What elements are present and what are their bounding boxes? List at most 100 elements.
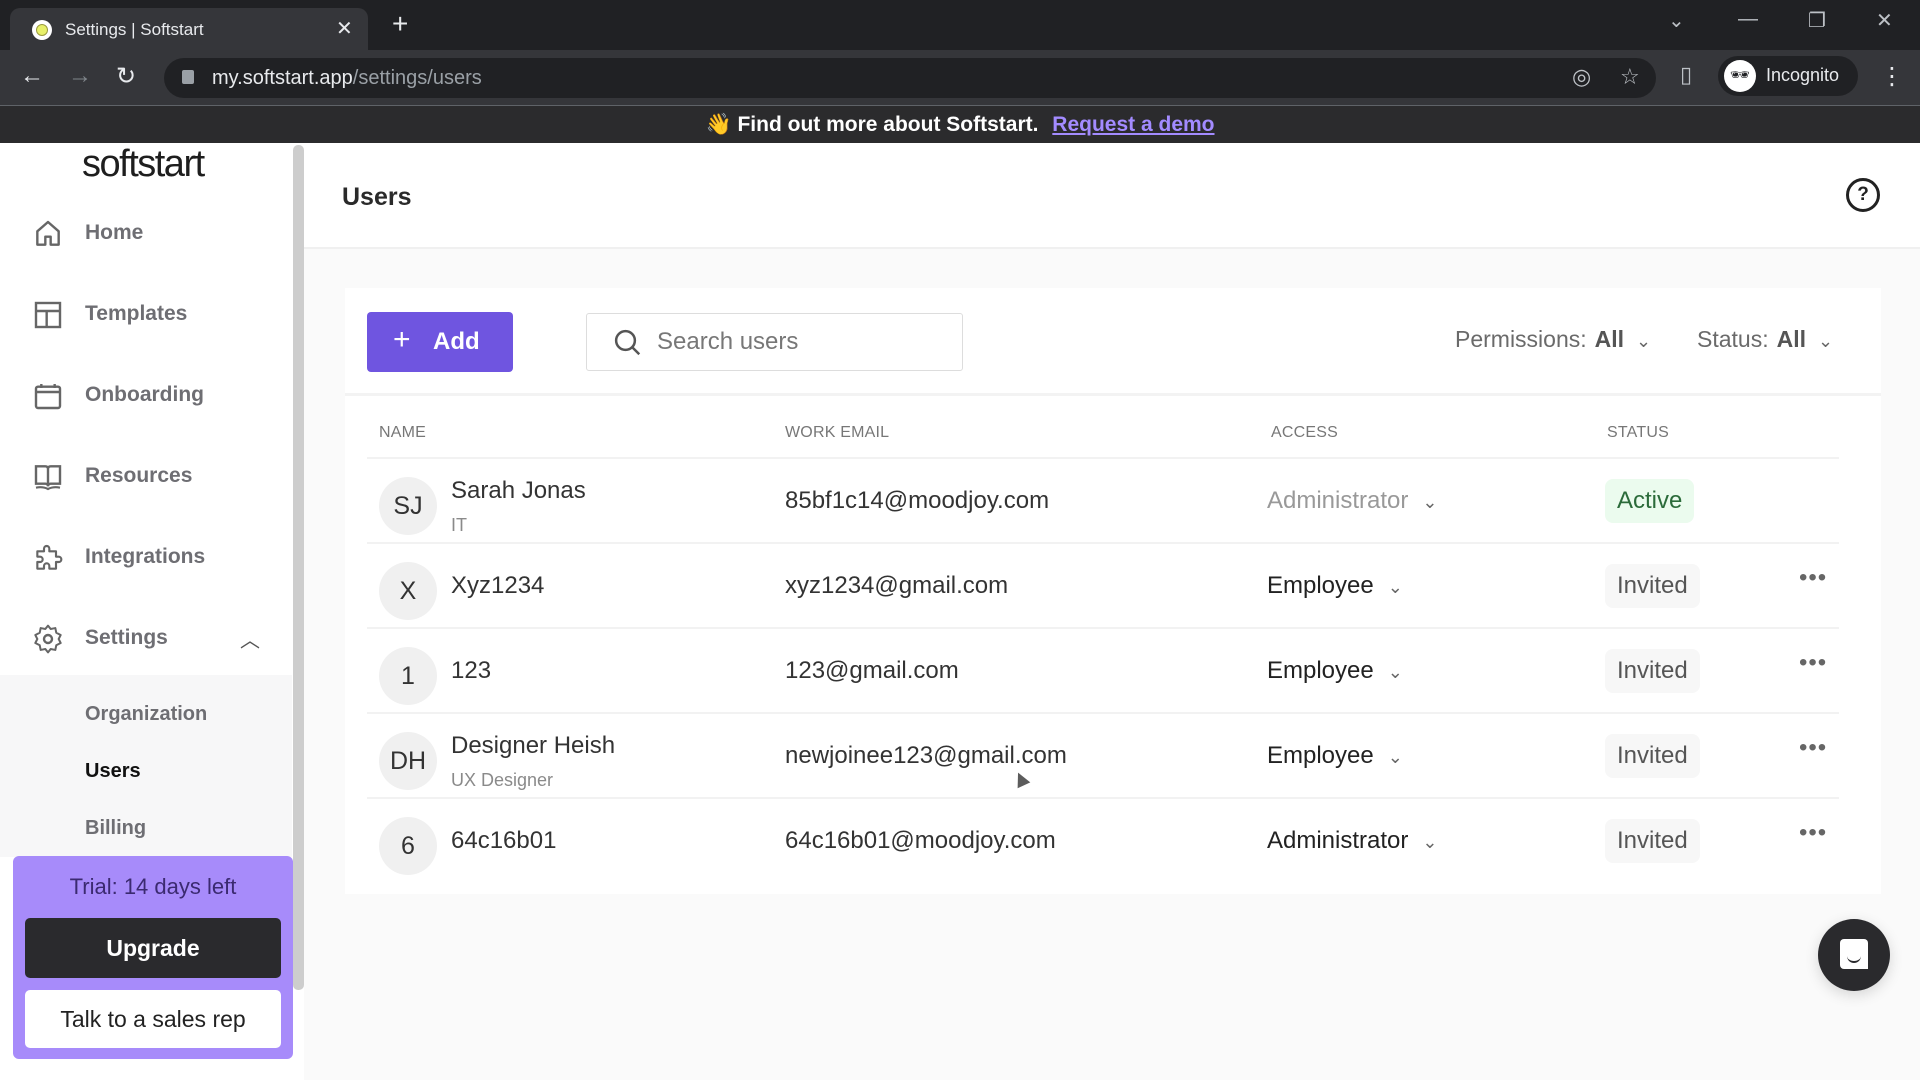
back-icon[interactable]: ← [20, 62, 44, 90]
question-circle-icon[interactable]: ? [1846, 178, 1880, 212]
access-value: Employee [1267, 742, 1374, 769]
status-badge: Invited [1605, 649, 1700, 693]
chevron-down-icon: ⌄ [1636, 331, 1652, 351]
avatar: X [379, 562, 437, 620]
request-demo-link[interactable]: Request a demo [1052, 113, 1214, 136]
sidebar-item-resources[interactable]: Resources [0, 446, 292, 506]
users-card: + Add user Permissions:All⌄ Status:All⌄ … [345, 288, 1881, 894]
new-tab-icon[interactable]: + [392, 8, 408, 40]
user-name: 123 [451, 657, 492, 684]
avatar: SJ [379, 477, 437, 535]
upgrade-button[interactable]: Upgrade [25, 918, 281, 978]
more-options-icon[interactable]: ••• [1799, 564, 1827, 592]
column-header-email: WORK EMAIL [785, 424, 890, 441]
chevron-up-icon[interactable]: ︿ [240, 624, 260, 653]
table-row[interactable]: SJ Sarah Jonas IT 85bf1c14@moodjoy.com Admin… [367, 457, 1839, 542]
permissions-filter[interactable]: Permissions: All ⌄ [1455, 326, 1651, 353]
tab-search-icon[interactable]: ⌄ [1668, 8, 1685, 33]
avatar: DH [379, 732, 437, 790]
status-filter-value: All [1776, 326, 1806, 352]
user-email: newjoinee123@gmail.com [785, 742, 1067, 769]
tab-title: Settings | Softstart [65, 20, 204, 39]
settings-subnav: Organization Users Billing [0, 675, 292, 857]
access-value: Employee [1267, 572, 1374, 599]
table-row[interactable]: 1 123 123@gmail.com Employee ⌄ Invited ••• [367, 627, 1839, 712]
more-options-icon[interactable]: ••• [1799, 819, 1827, 847]
browser-toolbar: ← → ↻ my.softstart.app/settings/users ◎ … [0, 50, 1920, 106]
sidepanel-icon[interactable]: ▯ [1680, 62, 1692, 88]
table-row[interactable]: 6 64c16b01 64c16b01@moodjoy.com Administrat… [367, 797, 1839, 882]
user-name: Xyz1234 [451, 572, 545, 599]
search-input[interactable] [657, 324, 947, 360]
user-email: 123@gmail.com [785, 657, 959, 684]
browser-tab-bar: Settings | Softstart ✕ + ⌄ — ❐ ✕ [0, 0, 1920, 50]
chat-icon [1840, 939, 1868, 969]
access-dropdown[interactable]: Employee ⌄ [1267, 657, 1403, 685]
incognito-profile[interactable]: 🕶 Incognito [1718, 56, 1858, 96]
book-icon [34, 465, 62, 491]
calendar-icon [34, 384, 62, 410]
column-header-status: STATUS [1607, 424, 1669, 441]
avatar: 1 [379, 647, 437, 705]
search-box[interactable] [586, 313, 963, 371]
minimize-icon[interactable]: — [1738, 8, 1758, 31]
search-icon [614, 329, 641, 356]
subnav-item-users[interactable]: Users [85, 760, 141, 783]
lock-icon [182, 70, 194, 84]
puzzle-icon [36, 545, 63, 570]
close-tab-icon[interactable]: ✕ [336, 16, 353, 41]
page-title: Users [342, 183, 412, 211]
table-row[interactable]: DH Designer Heish UX Designer newjoinee123@… [367, 712, 1839, 797]
add-user-label: Add user [433, 328, 484, 415]
user-department: UX Designer [451, 770, 554, 790]
sidebar-item-onboarding[interactable]: Onboarding [0, 365, 292, 425]
status-badge: Invited [1605, 734, 1700, 778]
access-dropdown[interactable]: Administrator ⌄ [1267, 827, 1437, 855]
subnav-item-billing[interactable]: Billing [85, 817, 146, 840]
trial-panel: Trial: 14 days left Upgrade Talk to a sa… [13, 856, 293, 1059]
talk-to-sales-button[interactable]: Talk to a sales rep [25, 990, 281, 1048]
more-options-icon[interactable]: ••• [1799, 649, 1827, 677]
restore-icon[interactable]: ❐ [1808, 8, 1826, 33]
incognito-icon: 🕶 [1724, 60, 1756, 92]
add-user-button[interactable]: + Add user [367, 312, 513, 415]
sidebar-item-home[interactable]: Home [0, 203, 292, 263]
sidebar-item-settings[interactable]: Settings ︿ [0, 608, 292, 668]
permissions-filter-label: Permissions: [1455, 326, 1587, 352]
trial-text: Trial: 14 days left [69, 874, 237, 899]
table-row[interactable]: X Xyz1234 xyz1234@gmail.com Employee ⌄ Invite… [367, 542, 1839, 627]
browser-menu-icon[interactable]: ⋮ [1880, 62, 1904, 91]
user-name: Sarah Jonas [451, 477, 586, 504]
sidebar-item-templates[interactable]: Templates [0, 284, 292, 344]
access-dropdown[interactable]: Employee ⌄ [1267, 572, 1403, 600]
favicon-icon [32, 20, 52, 40]
subnav-item-organization[interactable]: Organization [85, 703, 207, 726]
user-name: 64c16b01 [451, 827, 557, 854]
status-filter[interactable]: Status: All ⌄ [1697, 326, 1833, 353]
url-text[interactable]: my.softstart.app/settings/users [212, 67, 482, 90]
bookmark-star-icon[interactable]: ☆ [1620, 64, 1640, 90]
user-email: 64c16b01@moodjoy.com [785, 827, 1056, 854]
access-value: Administrator [1267, 827, 1409, 854]
more-options-icon[interactable]: ••• [1799, 734, 1827, 762]
chevron-down-icon: ⌄ [1818, 331, 1834, 351]
logo[interactable]: softstart [82, 143, 205, 186]
eye-off-icon[interactable]: ◎ [1572, 64, 1591, 90]
reload-icon[interactable]: ↻ [116, 62, 136, 91]
access-value: Employee [1267, 657, 1374, 684]
address-bar[interactable]: my.softstart.app/settings/users ◎ ☆ [164, 58, 1656, 98]
browser-tab[interactable]: Settings | Softstart ✕ [10, 8, 368, 50]
chevron-down-icon: ⌄ [1422, 832, 1438, 852]
close-window-icon[interactable]: ✕ [1876, 8, 1893, 33]
access-dropdown[interactable]: Employee ⌄ [1267, 742, 1403, 770]
sidebar-scrollbar[interactable] [293, 145, 304, 990]
forward-icon[interactable]: → [68, 62, 92, 90]
wave-icon: 👋 [705, 113, 732, 136]
sidebar-item-integrations[interactable]: Integrations [0, 527, 292, 587]
user-email: 85bf1c14@moodjoy.com [785, 487, 1050, 514]
chat-launcher-button[interactable] [1818, 919, 1890, 991]
chevron-down-icon: ⌄ [1387, 577, 1403, 597]
user-name: Designer Heish [451, 732, 616, 759]
sidebar-item-label: Integrations [85, 545, 206, 568]
chevron-down-icon: ⌄ [1422, 492, 1438, 512]
